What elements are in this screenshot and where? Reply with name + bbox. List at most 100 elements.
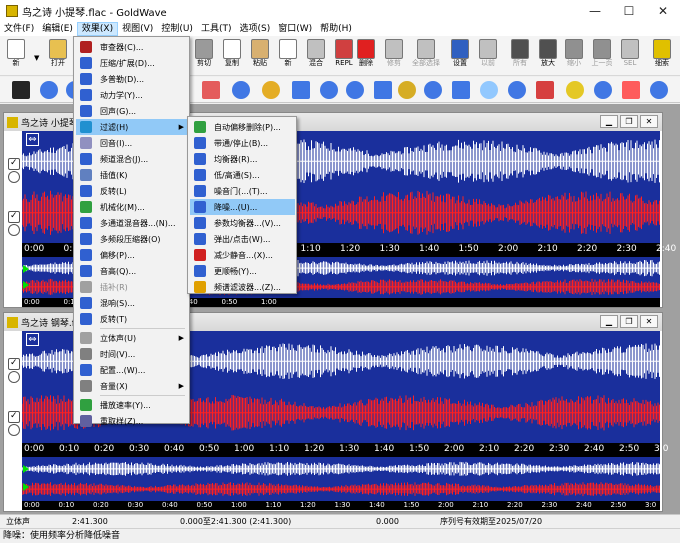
paste-new-button[interactable]: 新 (274, 38, 302, 74)
effects-menu-item[interactable]: 音高(Q)... (76, 263, 188, 279)
left-channel-solo-radio[interactable] (8, 371, 20, 383)
effects-menu-item[interactable]: 回声(G)... (76, 103, 188, 119)
right-channel-solo-radio[interactable] (8, 424, 20, 436)
effects-menu-item[interactable]: 机械化(M)... (76, 199, 188, 215)
effect-shortcut-icon[interactable] (424, 81, 442, 99)
cut-button[interactable]: 剪切 (190, 38, 218, 74)
play-marker-icon[interactable] (23, 265, 29, 273)
overview-waveform-2[interactable] (21, 457, 660, 501)
trim-button[interactable]: 修剪 (380, 38, 408, 74)
cue-marker-icon[interactable]: ⇔ (26, 133, 39, 146)
effect-shortcut-icon[interactable] (622, 81, 640, 99)
effects-menu-item[interactable]: 反转(T) (76, 311, 188, 327)
zoom-in-button[interactable]: 放大 (534, 38, 562, 74)
select-all-button[interactable]: 全部选择 (412, 38, 440, 74)
menu-window[interactable]: 窗口(W) (274, 22, 316, 36)
menu-help[interactable]: 帮助(H) (316, 22, 356, 36)
doc2-minimize-button[interactable]: ▁ (600, 315, 618, 328)
cue-marker-icon[interactable]: ⇔ (26, 333, 39, 346)
effect-shortcut-icon[interactable] (594, 81, 612, 99)
timeline-ruler-2[interactable]: 0:00 0:10 0:20 0:30 0:40 0:50 1:00 1:10 1:20 1:30… (22, 443, 668, 457)
set-button[interactable]: 设置 (446, 38, 474, 74)
doc2-restore-button[interactable]: ❐ (620, 315, 638, 328)
doc1-close-button[interactable]: ✕ (640, 115, 658, 128)
zoom-selection-button[interactable]: SEL (616, 38, 644, 74)
doc1-minimize-button[interactable]: ▁ (600, 115, 618, 128)
filter-menu-item[interactable]: 噪音门(...(T)... (190, 183, 295, 199)
right-channel-checkbox[interactable] (8, 411, 20, 423)
effects-menu-item[interactable]: 过滤(H) ▶ (76, 119, 188, 135)
effects-menu-item[interactable]: 多通道混音器...(N)... (76, 215, 188, 231)
menu-control[interactable]: 控制(U) (157, 22, 197, 36)
effect-shortcut-icon[interactable] (536, 81, 554, 99)
open-button[interactable]: 打开 (44, 38, 72, 74)
filter-menu-item[interactable]: 均衡器(R)... (190, 151, 295, 167)
filter-menu-item[interactable]: 带通/停止(B)... (190, 135, 295, 151)
menu-view[interactable]: 视图(V) (118, 22, 157, 36)
effects-menu-item[interactable]: 时间(V)... (76, 346, 188, 362)
left-channel-checkbox[interactable] (8, 158, 20, 170)
effects-menu-item[interactable]: 重取样(Z)... (76, 413, 188, 429)
effects-menu-item[interactable]: 插值(K) (76, 167, 188, 183)
menu-effects[interactable]: 效果(X) (76, 22, 119, 36)
menu-options[interactable]: 选项(S) (235, 22, 274, 36)
effects-menu-item[interactable]: 混响(S)... (76, 295, 188, 311)
effects-menu-item[interactable]: 多普勒(D)... (76, 71, 188, 87)
effect-shortcut-icon[interactable] (566, 81, 584, 99)
menu-edit[interactable]: 编辑(E) (38, 22, 77, 36)
play-marker-icon[interactable] (23, 465, 29, 473)
delete-button[interactable]: 删除 (352, 38, 380, 74)
effect-shortcut-icon[interactable] (480, 81, 498, 99)
effects-menu-item[interactable]: 回音(I)... (76, 135, 188, 151)
effects-menu-item[interactable]: 频道混合(J)... (76, 151, 188, 167)
menu-tools[interactable]: 工具(T) (197, 22, 236, 36)
close-button[interactable]: ✕ (646, 0, 680, 22)
right-channel-checkbox[interactable] (8, 211, 20, 223)
filter-menu-item[interactable]: 低/高通(S)... (190, 167, 295, 183)
effects-menu-item[interactable]: 偏移(P)... (76, 247, 188, 263)
minimize-button[interactable]: — (578, 0, 612, 22)
filter-menu-item[interactable]: 降噪...(U)... (190, 199, 295, 215)
filter-menu-item[interactable]: 自动偏移删除(P)... (190, 119, 295, 135)
filter-menu-item[interactable]: 更顺畅(Y)... (190, 263, 295, 279)
zoom-out-button[interactable]: 缩小 (560, 38, 588, 74)
maximize-button[interactable]: ☐ (612, 0, 646, 22)
filter-menu-item[interactable]: 弹出/点击(W)... (190, 231, 295, 247)
previous-button[interactable]: 以前 (474, 38, 502, 74)
effects-menu-item[interactable]: 动力学(Y)... (76, 87, 188, 103)
left-channel-checkbox[interactable] (8, 358, 20, 370)
effect-shortcut-icon[interactable] (262, 81, 280, 99)
filter-menu-item[interactable]: 减少静音...(X)... (190, 247, 295, 263)
effects-menu-item[interactable]: 反转(L) (76, 183, 188, 199)
effect-shortcut-icon[interactable] (292, 81, 310, 99)
effect-shortcut-icon[interactable] (202, 81, 220, 99)
effects-menu-item[interactable]: 审查器(C)... (76, 39, 188, 55)
doc2-close-button[interactable]: ✕ (640, 315, 658, 328)
effect-shortcut-icon[interactable] (40, 81, 58, 99)
effect-shortcut-icon[interactable] (346, 81, 364, 99)
filter-menu-item[interactable]: 参数均衡器...(V)... (190, 215, 295, 231)
effects-menu-item[interactable]: 音量(X) ▶ (76, 378, 188, 394)
effect-shortcut-icon[interactable] (508, 81, 526, 99)
effect-shortcut-icon[interactable] (452, 81, 470, 99)
zoom-all-button[interactable]: 所有 (506, 38, 534, 74)
filter-menu-item[interactable]: 频谱滤波器...(Z)... (190, 279, 295, 295)
paste-button[interactable]: 粘贴 (246, 38, 274, 74)
effect-shortcut-icon[interactable] (232, 81, 250, 99)
doc1-restore-button[interactable]: ❐ (620, 115, 638, 128)
left-channel-solo-radio[interactable] (8, 171, 20, 183)
effects-menu-item[interactable]: 压缩/扩展(D)... (76, 55, 188, 71)
effects-menu-item[interactable]: 配置...(W)... (76, 362, 188, 378)
effects-menu-item[interactable]: 多频段压缩器(O) (76, 231, 188, 247)
play-marker-icon[interactable] (23, 483, 29, 491)
effect-shortcut-icon[interactable] (398, 81, 416, 99)
effect-shortcut-icon[interactable] (320, 81, 338, 99)
mix-button[interactable]: 混合 (302, 38, 330, 74)
menu-file[interactable]: 文件(F) (0, 22, 38, 36)
right-channel-solo-radio[interactable] (8, 224, 20, 236)
effect-shortcut-icon[interactable] (374, 81, 392, 99)
previous-page-button[interactable]: 上一页 (588, 38, 616, 74)
new-dropdown-arrow-icon[interactable]: ▼ (34, 54, 39, 62)
effects-menu-item[interactable]: 立体声(U) ▶ (76, 330, 188, 346)
effects-menu-item[interactable]: 播放速率(Y)... (76, 397, 188, 413)
